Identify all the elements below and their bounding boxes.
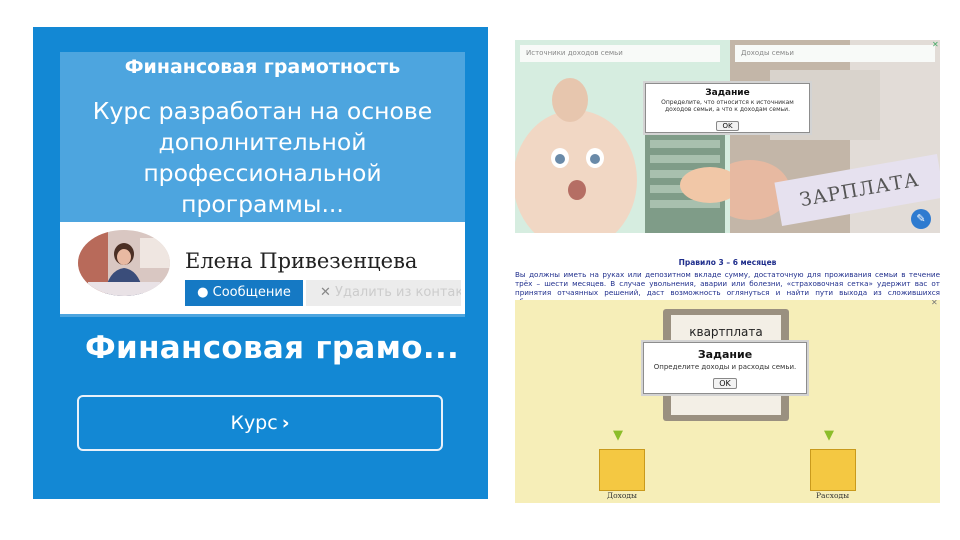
edit-icon[interactable]: ✎ [911, 209, 931, 229]
income-sources-field[interactable]: Источники доходов семьи [520, 45, 720, 62]
dialog-title: Задание [697, 348, 753, 361]
income-sources-game: ЗАРПЛАТА Источники доходов семьи Доходы … [515, 40, 940, 233]
close-icon: ✕ [320, 285, 331, 300]
avatar[interactable] [78, 230, 170, 296]
rule-title: Правило 3 – 6 месяцев [678, 258, 777, 267]
course-description: Курс разработан на основе дополнительной… [92, 97, 433, 218]
expense-box-icon[interactable] [810, 449, 856, 491]
close-icon[interactable]: ✕ [931, 300, 938, 307]
course-button[interactable]: Курс › [77, 395, 443, 451]
message-button[interactable]: ● Сообщение [185, 280, 303, 306]
close-icon[interactable]: ✕ [932, 40, 939, 49]
chevron-right-icon: › [281, 412, 290, 434]
arrow-down-icon: ▼ [613, 428, 623, 443]
course-title: Финансовая грамотность [124, 56, 401, 78]
ok-button[interactable]: OK [713, 378, 737, 389]
dialog-text: Определите доходы и расходы семьи. [653, 363, 797, 371]
rent-card-label: квартплата [689, 325, 763, 339]
task-dialog: Задание Определите доходы и расходы семь… [643, 342, 807, 394]
income-box-icon[interactable] [599, 449, 645, 491]
message-button-label: Сообщение [212, 285, 291, 300]
income-box-label: Доходы [607, 491, 637, 500]
remove-contact-button[interactable]: ✕ Удалить из контак [306, 280, 461, 306]
course-name[interactable]: Финансовая грамо... [85, 330, 459, 366]
arrow-down-icon: ▼ [824, 428, 834, 443]
author-panel: Елена Привезенцева ● Сообщение ✕ Удалить… [60, 222, 465, 314]
course-card: Финансовая грамотность Курс разработан н… [33, 27, 488, 499]
author-name[interactable]: Елена Привезенцева [185, 249, 417, 273]
course-preview: Финансовая грамотность Курс разработан н… [60, 52, 465, 317]
baby-money-illustration [515, 40, 730, 233]
ok-button[interactable]: OK [716, 121, 739, 131]
expense-box-label: Расходы [816, 491, 850, 500]
dialog-text: Определите, что относится к источникам д… [661, 99, 794, 113]
course-button-label: Курс [230, 412, 278, 434]
family-income-field[interactable]: Доходы семьи [735, 45, 935, 62]
dialog-title: Задание [705, 88, 750, 98]
budget-game: ✕ квартплата Задание Определите доходы и… [515, 300, 940, 503]
remove-contact-label: Удалить из контак [335, 285, 461, 300]
chat-bubble-icon: ● [197, 285, 209, 300]
task-dialog: Задание Определите, что относится к исто… [645, 83, 810, 133]
